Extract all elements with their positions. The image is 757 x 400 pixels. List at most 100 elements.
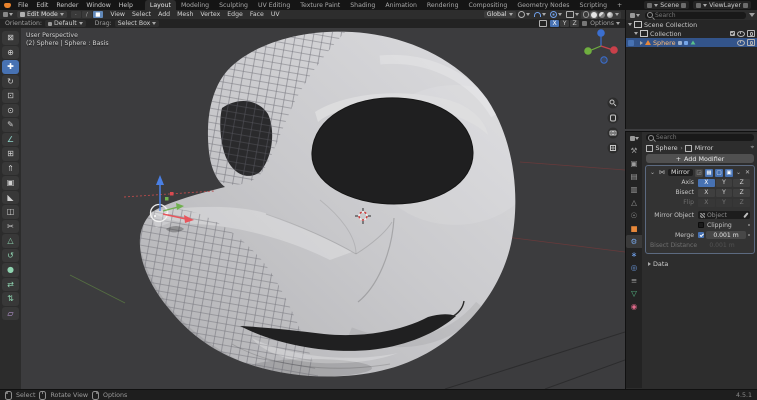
- symmetry-z-button[interactable]: Z: [570, 20, 580, 27]
- bisect-z-button[interactable]: Z: [733, 188, 751, 197]
- tab-modeling[interactable]: Modeling: [176, 0, 214, 10]
- perspective-toggle-button[interactable]: [607, 142, 619, 154]
- mirror-object-field[interactable]: Object: [698, 211, 750, 220]
- tool-annotate[interactable]: ✎: [2, 118, 19, 132]
- tab-modifiers[interactable]: ⚙: [626, 235, 642, 248]
- properties-search[interactable]: [646, 134, 754, 141]
- tab-geometry-nodes[interactable]: Geometry Nodes: [512, 0, 574, 10]
- tab-uv-editing[interactable]: UV Editing: [253, 0, 295, 10]
- symmetry-y-button[interactable]: Y: [560, 20, 570, 27]
- snap-button[interactable]: [533, 12, 546, 17]
- tab-object-data[interactable]: ▽: [626, 287, 642, 300]
- tab-output[interactable]: ▤: [626, 170, 642, 183]
- scene-selector[interactable]: Scene: [644, 1, 690, 9]
- menu-edge[interactable]: Edge: [224, 11, 247, 18]
- tab-constraints[interactable]: ≡: [626, 274, 642, 287]
- gizmo-z-arrowhead[interactable]: [156, 175, 164, 185]
- bisect-y-button[interactable]: Y: [715, 188, 733, 197]
- on-cage-toggle[interactable]: ◲: [694, 168, 703, 177]
- tool-smooth[interactable]: ●: [2, 263, 19, 277]
- expand-icon[interactable]: [634, 32, 638, 35]
- menu-select[interactable]: Select: [129, 11, 155, 18]
- tab-material[interactable]: ◉: [626, 300, 642, 313]
- axis-x-button[interactable]: X: [698, 178, 715, 187]
- tab-sculpting[interactable]: Sculpting: [214, 0, 253, 10]
- tab-texture-paint[interactable]: Texture Paint: [295, 0, 345, 10]
- tool-rotate[interactable]: ↻: [2, 74, 19, 88]
- animate-dot-icon[interactable]: [748, 224, 750, 227]
- nav-axis-x[interactable]: [610, 46, 618, 54]
- expand-icon[interactable]: [628, 23, 632, 26]
- flip-z-button[interactable]: Z: [733, 198, 751, 207]
- outliner-display-mode-button[interactable]: [630, 12, 640, 18]
- tab-object[interactable]: ■: [626, 222, 642, 235]
- render-toggle[interactable]: ▣: [724, 168, 733, 177]
- hide-eye-icon[interactable]: [737, 39, 745, 46]
- exclude-checkbox-icon[interactable]: [730, 31, 735, 36]
- bisect-distance-field[interactable]: 0.001 m: [698, 241, 746, 250]
- right-eye-socket[interactable]: [311, 97, 474, 205]
- outliner-search[interactable]: [645, 11, 746, 19]
- hide-eye-icon[interactable]: [737, 30, 745, 37]
- tab-compositing[interactable]: Compositing: [464, 0, 513, 10]
- menu-edit[interactable]: Edit: [32, 2, 52, 9]
- tool-bevel[interactable]: ◣: [2, 190, 19, 204]
- outliner-row-sphere[interactable]: Sphere: [626, 38, 757, 47]
- disable-render-camera-icon[interactable]: [747, 30, 755, 37]
- eyedropper-icon[interactable]: [742, 212, 748, 219]
- tab-particles[interactable]: ∗: [626, 248, 642, 261]
- mirror-icon[interactable]: [539, 20, 548, 27]
- gizmo-plane-y[interactable]: [165, 197, 169, 201]
- add-workspace-button[interactable]: +: [612, 0, 627, 10]
- pin-icon[interactable]: ⌖: [750, 144, 754, 152]
- tool-extrude-region[interactable]: ⇑: [2, 161, 19, 175]
- material-preview-button[interactable]: [599, 11, 605, 18]
- wireframe-shading-button[interactable]: [582, 11, 589, 18]
- tab-physics[interactable]: ◎: [626, 261, 642, 274]
- tab-render[interactable]: ▣: [626, 157, 642, 170]
- nav-axis-z[interactable]: [597, 29, 605, 37]
- vertex-select-button[interactable]: ·: [70, 11, 81, 18]
- merge-checkbox[interactable]: [698, 232, 704, 239]
- menu-vertex[interactable]: Vertex: [197, 11, 224, 18]
- edit-mode-toggle[interactable]: ▦: [704, 168, 713, 177]
- close-icon[interactable]: ✕: [744, 169, 751, 176]
- pivot-point-button[interactable]: [517, 11, 530, 18]
- new-view-layer-icon[interactable]: [743, 2, 748, 8]
- menu-face[interactable]: Face: [246, 11, 267, 18]
- mode-dropdown[interactable]: Edit Mode: [17, 11, 67, 18]
- tab-scripting[interactable]: Scripting: [575, 0, 613, 10]
- zoom-button[interactable]: [607, 97, 619, 109]
- camera-view-button[interactable]: [607, 127, 619, 139]
- tool-measure[interactable]: ∠: [2, 132, 19, 146]
- face-select-button[interactable]: ■: [92, 11, 103, 18]
- nav-axis-y[interactable]: [584, 47, 592, 55]
- tool-shrink-fatten[interactable]: ⇅: [2, 292, 19, 306]
- flip-x-button[interactable]: X: [698, 198, 715, 207]
- expand-icon[interactable]: [640, 40, 643, 45]
- tool-inset-faces[interactable]: ▣: [2, 176, 19, 190]
- tab-scene[interactable]: △: [626, 196, 642, 209]
- tool-add-cube[interactable]: ⊞: [2, 147, 19, 161]
- filter-funnel-icon[interactable]: [749, 13, 755, 17]
- menu-mesh[interactable]: Mesh: [174, 11, 197, 18]
- tool-shear[interactable]: ▱: [2, 306, 19, 320]
- data-section-header[interactable]: Data: [642, 256, 757, 268]
- properties-editor-type-button[interactable]: [626, 132, 642, 144]
- tool-poly-build[interactable]: △: [2, 234, 19, 248]
- view-layer-selector[interactable]: ViewLayer: [693, 1, 751, 9]
- tool-transform[interactable]: ⊙: [2, 103, 19, 117]
- orientation-dropdown[interactable]: Default: [45, 20, 86, 27]
- tool-spin[interactable]: ↺: [2, 248, 19, 262]
- tool-scale[interactable]: ⊡: [2, 89, 19, 103]
- menu-add[interactable]: Add: [155, 11, 174, 18]
- edge-select-button[interactable]: ∕: [81, 11, 92, 18]
- tab-layout[interactable]: Layout: [144, 0, 176, 10]
- pan-button[interactable]: [607, 112, 619, 124]
- extras-dropdown-icon[interactable]: ⌄: [735, 169, 742, 176]
- realtime-toggle[interactable]: ▢: [714, 168, 723, 177]
- outliner-row-collection[interactable]: Collection: [626, 29, 757, 38]
- options-label[interactable]: Options: [590, 20, 614, 27]
- tool-select-box[interactable]: ⊠: [2, 31, 19, 45]
- nav-gizmo[interactable]: [584, 29, 618, 64]
